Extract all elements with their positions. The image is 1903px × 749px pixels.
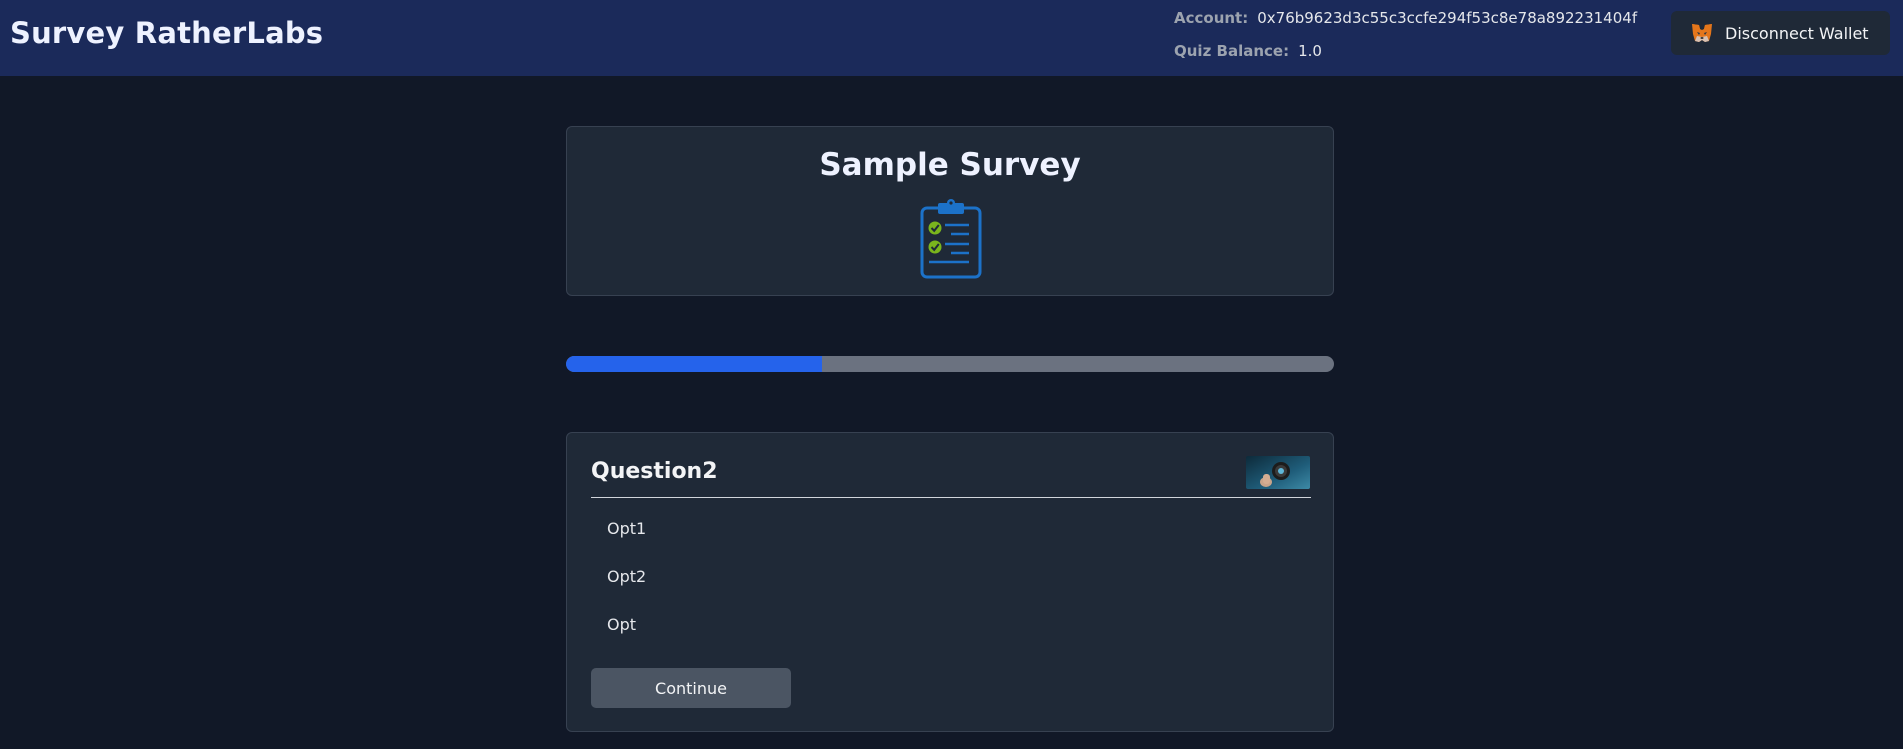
balance-value: 1.0 [1298,42,1322,60]
survey-title: Sample Survey [819,147,1081,183]
survey-progress-fill [566,356,822,372]
question-title: Question2 [591,459,718,484]
top-navbar: Survey RatherLabs Account: 0x76b9623d3c5… [0,0,1903,76]
option-item[interactable]: Opt [591,607,1311,641]
question-image [1246,456,1310,489]
survey-progress-bar [566,356,1334,372]
clipboard-checklist-icon [920,199,982,279]
option-label: Opt [607,614,637,634]
question-card: Question2 Opt1 Opt2 Opt Continue [566,432,1334,732]
app-brand-title: Survey RatherLabs [10,16,324,50]
option-item[interactable]: Opt1 [591,511,1311,545]
survey-header-card: Sample Survey [566,126,1334,296]
option-label: Opt2 [607,566,647,586]
disconnect-wallet-button[interactable]: Disconnect Wallet [1671,11,1890,55]
balance-row: Quiz Balance: 1.0 [1174,41,1637,61]
balance-label: Quiz Balance: [1174,42,1290,60]
continue-button[interactable]: Continue [591,668,791,708]
account-row: Account: 0x76b9623d3c55c3ccfe294f53c8e78… [1174,8,1637,28]
option-label: Opt1 [607,518,647,538]
disconnect-wallet-label: Disconnect Wallet [1725,23,1869,43]
metamask-fox-icon [1692,24,1712,42]
account-address: 0x76b9623d3c55c3ccfe294f53c8e78a89223140… [1257,9,1638,27]
question-divider [591,497,1311,498]
account-info: Account: 0x76b9623d3c55c3ccfe294f53c8e78… [1174,8,1637,74]
account-label: Account: [1174,9,1249,27]
option-item[interactable]: Opt2 [591,559,1311,593]
